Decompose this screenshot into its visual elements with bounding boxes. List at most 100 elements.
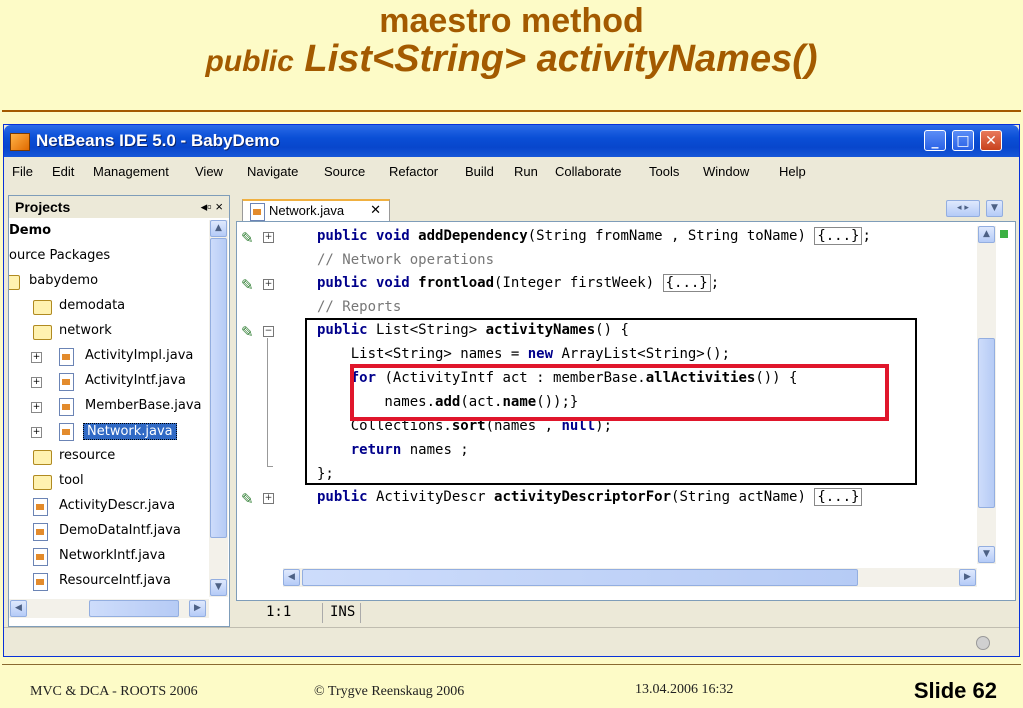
menu-bar: File Edit Management View Navigate Sourc… <box>4 158 1019 184</box>
projects-vertical-scrollbar[interactable]: ▲ ▼ <box>209 220 228 597</box>
cursor-position: 1:1 <box>266 604 292 620</box>
java-file-icon <box>33 498 48 516</box>
slide-title-line1: maestro method <box>379 2 644 40</box>
menu-collaborate[interactable]: Collaborate <box>555 164 622 179</box>
projects-tab[interactable]: Projects ◂▫ × <box>9 196 229 218</box>
menu-source[interactable]: Source <box>324 164 365 179</box>
fold-collapse-icon[interactable]: − <box>263 326 274 337</box>
editor-horizontal-scrollbar[interactable]: ◀ ▶ <box>283 568 977 587</box>
projects-panel: Projects ◂▫ × Demo ource Packages babyde… <box>8 195 230 627</box>
expand-icon[interactable]: + <box>31 402 42 413</box>
code-line: public ActivityDescr activityDescriptorF… <box>317 488 863 506</box>
ide-window: NetBeans IDE 5.0 - BabyDemo _ □ ✕ File E… <box>3 124 1020 657</box>
title-prefix: public <box>205 45 294 78</box>
expand-icon[interactable]: + <box>31 427 42 438</box>
tab-scroll-icon[interactable]: ◂ ▸ <box>946 200 980 217</box>
menu-view[interactable]: View <box>195 164 223 179</box>
fold-guide-end <box>267 466 273 467</box>
override-marker-icon[interactable]: ✎ <box>241 276 259 294</box>
window-title: NetBeans IDE 5.0 - BabyDemo <box>36 131 280 150</box>
java-file-icon <box>33 573 48 591</box>
folder-open-icon <box>33 325 52 340</box>
scroll-down-icon[interactable]: ▼ <box>978 546 995 563</box>
footer-date: 13.04.2006 16:32 <box>635 682 734 697</box>
fold-expand-icon[interactable]: + <box>263 232 274 243</box>
java-file-icon <box>59 423 74 441</box>
folder-icon <box>33 475 52 490</box>
slide-number: Slide 62 <box>913 678 997 703</box>
projects-tab-label: Projects <box>15 199 71 215</box>
footer-divider <box>2 664 1021 665</box>
override-marker-icon[interactable]: ✎ <box>241 229 259 247</box>
maximize-button[interactable]: □ <box>952 130 974 151</box>
scroll-down-icon[interactable]: ▼ <box>210 579 227 596</box>
projects-tab-controls[interactable]: ◂▫ × <box>201 199 223 215</box>
expand-icon[interactable]: + <box>31 352 42 363</box>
error-stripe-ok-icon <box>1000 230 1008 238</box>
code-line: // Network operations <box>317 252 495 268</box>
project-tree: Demo ource Packages babydemo demodata ne… <box>9 220 209 595</box>
tab-list-dropdown-icon[interactable]: ▼ <box>986 200 1003 217</box>
close-tab-icon[interactable]: ✕ <box>370 202 381 218</box>
scroll-right-icon[interactable]: ▶ <box>189 600 206 617</box>
projects-horizontal-scrollbar[interactable]: ◀ ▶ <box>9 599 209 618</box>
expand-icon[interactable]: + <box>31 377 42 388</box>
menu-file[interactable]: File <box>12 164 33 179</box>
netbeans-app-icon <box>10 133 30 151</box>
close-button[interactable]: ✕ <box>980 130 1002 151</box>
menu-edit[interactable]: Edit <box>52 164 74 179</box>
progress-indicator-icon <box>976 636 990 650</box>
java-file-icon <box>59 348 74 366</box>
loop-highlight-box <box>350 364 889 421</box>
menu-build[interactable]: Build <box>465 164 494 179</box>
slide-title-line2: public List<String> activityNames() <box>0 40 1023 78</box>
scroll-left-icon[interactable]: ◀ <box>283 569 300 586</box>
override-marker-icon[interactable]: ✎ <box>241 323 259 341</box>
code-line: public void frontload(Integer firstWeek)… <box>317 274 720 292</box>
menu-run[interactable]: Run <box>514 164 538 179</box>
menu-window[interactable]: Window <box>703 164 749 179</box>
menu-refactor[interactable]: Refactor <box>389 164 438 179</box>
editor-vertical-scrollbar[interactable]: ▲ ▼ <box>977 226 996 564</box>
fold-expand-icon[interactable]: + <box>263 279 274 290</box>
tab-network-java[interactable]: Network.java ✕ <box>242 199 390 221</box>
editor-status-bar: 1:1 INS <box>236 601 1016 625</box>
folder-icon <box>33 450 52 465</box>
scroll-thumb[interactable] <box>978 338 995 508</box>
footer-left: MVC & DCA - ROOTS 2006 <box>30 684 198 699</box>
java-file-icon <box>33 523 48 541</box>
folder-icon <box>33 300 52 315</box>
scroll-left-icon[interactable]: ◀ <box>10 600 27 617</box>
scroll-right-icon[interactable]: ▶ <box>959 569 976 586</box>
scroll-up-icon[interactable]: ▲ <box>978 226 995 243</box>
scroll-thumb[interactable] <box>210 238 227 538</box>
package-icon <box>9 275 20 290</box>
java-file-icon <box>33 548 48 566</box>
menu-management[interactable]: Management <box>93 164 169 179</box>
menu-tools[interactable]: Tools <box>649 164 679 179</box>
footer-center: © Trygve Reenskaug 2006 <box>314 684 465 699</box>
menu-help[interactable]: Help <box>779 164 806 179</box>
java-file-icon <box>59 398 74 416</box>
slide-title: maestro method public List<String> activ… <box>0 4 1023 78</box>
title-main: List<String> activityNames() <box>304 38 818 80</box>
code-editor[interactable]: ✎ + public void addDependency(String fro… <box>236 221 1016 601</box>
override-marker-icon[interactable]: ✎ <box>241 490 259 508</box>
fold-expand-icon[interactable]: + <box>263 493 274 504</box>
window-status-bar <box>4 627 1019 656</box>
code-line: public void addDependency(String fromNam… <box>317 227 871 245</box>
title-divider <box>2 110 1021 112</box>
insert-mode: INS <box>330 604 356 620</box>
java-file-icon <box>250 203 265 221</box>
minimize-button[interactable]: _ <box>924 130 946 151</box>
scroll-thumb[interactable] <box>89 600 179 617</box>
code-line: // Reports <box>317 299 402 315</box>
editor-tab-row: Network.java ✕ ◂ ▸ ▼ <box>236 195 1016 221</box>
menu-navigate[interactable]: Navigate <box>247 164 298 179</box>
editor-panel: Network.java ✕ ◂ ▸ ▼ ✎ + public void add… <box>236 195 1016 625</box>
java-file-icon <box>59 373 74 391</box>
scroll-thumb[interactable] <box>302 569 858 586</box>
fold-guide <box>267 338 268 466</box>
scroll-up-icon[interactable]: ▲ <box>210 220 227 237</box>
window-titlebar[interactable]: NetBeans IDE 5.0 - BabyDemo _ □ ✕ <box>4 125 1019 157</box>
